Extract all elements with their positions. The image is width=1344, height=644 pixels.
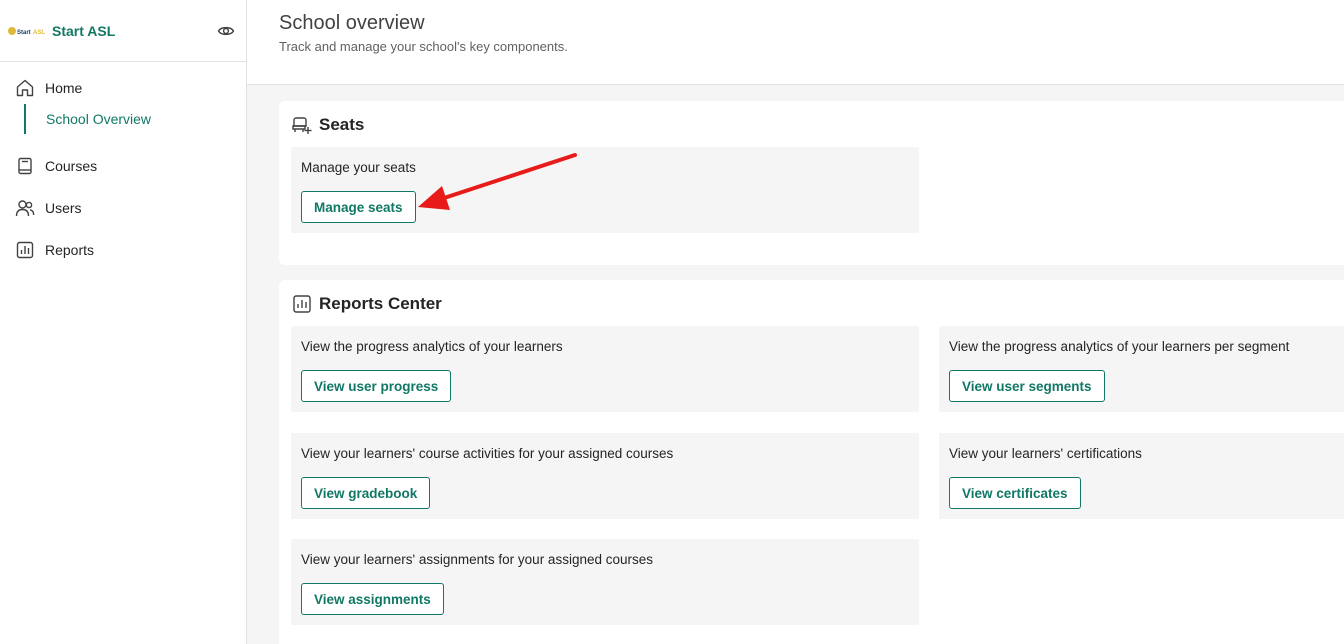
sidebar-item-label: Courses: [45, 158, 98, 174]
certificates-tile: View your learners' certifications View …: [939, 433, 1344, 519]
seats-title-label: Seats: [319, 115, 365, 134]
user-progress-tile: View the progress analytics of your lear…: [291, 326, 919, 412]
home-icon: [15, 78, 35, 98]
user-segments-tile: View the progress analytics of your lear…: [939, 326, 1344, 412]
sidebar: Start ASL Start ASL Home School Overview…: [0, 0, 247, 644]
reports-title-label: Reports Center: [319, 294, 442, 313]
view-gradebook-button[interactable]: View gradebook: [301, 477, 431, 509]
tile-description: View the progress analytics of your lear…: [949, 339, 1290, 354]
manage-seats-tile: Manage your seats Manage seats: [291, 147, 919, 233]
reports-center-card: Reports Center View the progress analyti…: [279, 280, 1344, 644]
tile-description: View the progress analytics of your lear…: [301, 339, 563, 354]
view-assignments-button[interactable]: View assignments: [301, 583, 444, 615]
sidebar-item-users[interactable]: Users: [0, 196, 246, 220]
chart-icon: [15, 240, 35, 260]
sidebar-nav: Home School Overview Courses Users Repor…: [0, 62, 246, 262]
book-icon: [15, 156, 35, 176]
page-header: School overview Track and manage your sc…: [247, 0, 1344, 85]
reports-card-title: Reports Center: [291, 293, 442, 315]
assignments-tile: View your learners' assignments for your…: [291, 539, 919, 625]
users-icon: [15, 198, 35, 218]
seat-add-icon: [291, 114, 313, 136]
manage-seats-button[interactable]: Manage seats: [301, 191, 416, 223]
sidebar-item-label: Users: [45, 200, 82, 216]
sidebar-item-reports[interactable]: Reports: [0, 238, 246, 262]
tile-description: Manage your seats: [301, 160, 416, 175]
svg-text:ASL: ASL: [33, 30, 45, 36]
brand-logo[interactable]: Start ASL: [7, 24, 45, 38]
tile-description: View your learners' course activities fo…: [301, 446, 674, 461]
sidebar-item-label: Reports: [45, 242, 95, 258]
annotation-arrow-icon: [418, 153, 577, 210]
view-user-progress-button[interactable]: View user progress: [301, 370, 452, 402]
brand-name[interactable]: Start ASL: [52, 23, 115, 39]
page-title: School overview: [279, 12, 425, 34]
view-certificates-button[interactable]: View certificates: [949, 477, 1081, 509]
eye-icon[interactable]: [217, 22, 235, 40]
gradebook-tile: View your learners' course activities fo…: [291, 433, 919, 519]
tile-description: View your learners' assignments for your…: [301, 552, 653, 567]
sidebar-item-courses[interactable]: Courses: [0, 154, 246, 178]
sidebar-item-school-overview[interactable]: School Overview: [0, 104, 246, 134]
chart-icon: [291, 293, 313, 315]
view-user-segments-button[interactable]: View user segments: [949, 370, 1105, 402]
brand-header: Start ASL Start ASL: [0, 0, 246, 62]
sidebar-item-home[interactable]: Home: [0, 76, 246, 100]
svg-text:Start: Start: [17, 30, 31, 36]
page-subtitle: Track and manage your school's key compo…: [279, 39, 568, 54]
main-content: School overview Track and manage your sc…: [247, 0, 1344, 644]
sidebar-item-label: Home: [45, 80, 83, 96]
tile-description: View your learners' certifications: [949, 446, 1142, 461]
seats-card-title: Seats: [291, 114, 364, 136]
